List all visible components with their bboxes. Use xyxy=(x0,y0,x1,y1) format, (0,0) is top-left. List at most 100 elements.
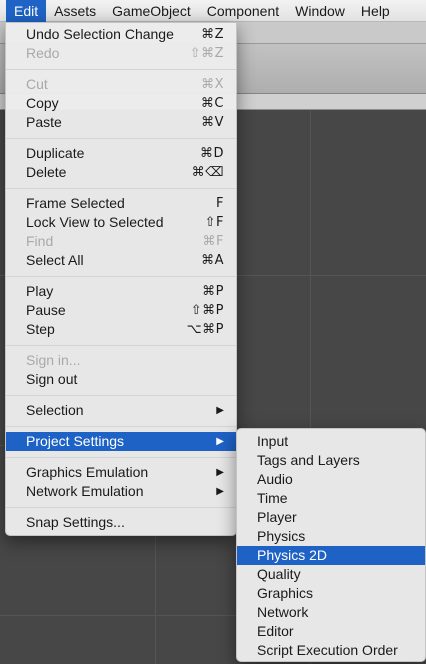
menu-item-label: Step xyxy=(26,321,55,337)
menu-item-snap-settings[interactable]: Snap Settings... xyxy=(6,513,236,532)
shortcut-label: ⌘⌫ xyxy=(191,165,224,180)
menu-separator xyxy=(6,188,236,189)
menu-item-pause[interactable]: Pause ⇧⌘P xyxy=(6,301,236,320)
menu-bar: Edit Assets GameObject Component Window … xyxy=(0,0,426,22)
menu-item-select-all[interactable]: Select All ⌘A xyxy=(6,251,236,270)
menu-edit[interactable]: Edit xyxy=(6,0,47,22)
menu-item-label: Physics xyxy=(257,528,306,544)
menu-item-label: Quality xyxy=(257,566,301,582)
submenu-arrow-icon: ▶ xyxy=(216,405,224,416)
menu-item-undo[interactable]: Undo Selection Change ⌘Z xyxy=(6,25,236,44)
menu-separator xyxy=(6,138,236,139)
shortcut-label: ⌘F xyxy=(202,234,224,249)
submenu-item-input[interactable]: Input xyxy=(237,432,425,451)
edit-menu: Undo Selection Change ⌘Z Redo ⇧⌘Z Cut ⌘X… xyxy=(5,22,237,536)
menu-separator xyxy=(6,345,236,346)
submenu-item-physics[interactable]: Physics xyxy=(237,527,425,546)
menu-item-label: Frame Selected xyxy=(26,195,125,211)
menu-item-copy[interactable]: Copy ⌘C xyxy=(6,94,236,113)
shortcut-label: ⌘V xyxy=(201,115,224,130)
menu-separator xyxy=(6,457,236,458)
submenu-item-graphics[interactable]: Graphics xyxy=(237,584,425,603)
menu-item-selection[interactable]: Selection ▶ xyxy=(6,401,236,420)
menu-item-label: Cut xyxy=(26,76,48,92)
menu-separator xyxy=(6,507,236,508)
submenu-arrow-icon: ▶ xyxy=(216,486,224,497)
menu-separator xyxy=(6,426,236,427)
menu-item-label: Find xyxy=(26,233,54,249)
menu-item-label: Project Settings xyxy=(26,433,125,449)
project-settings-submenu: Input Tags and Layers Audio Time Player … xyxy=(236,428,426,662)
menu-item-label: Sign in... xyxy=(26,352,81,368)
menu-item-label: Pause xyxy=(26,302,66,318)
menu-item-label: Audio xyxy=(257,471,293,487)
submenu-item-tags-and-layers[interactable]: Tags and Layers xyxy=(237,451,425,470)
shortcut-label: ⌘D xyxy=(199,146,224,161)
shortcut-label: ⇧F xyxy=(204,215,224,230)
shortcut-label: ⇧⌘P xyxy=(190,303,224,318)
menu-item-label: Play xyxy=(26,283,54,299)
menu-gameobject[interactable]: GameObject xyxy=(104,0,199,22)
menu-item-label: Input xyxy=(257,433,289,449)
submenu-item-quality[interactable]: Quality xyxy=(237,565,425,584)
submenu-item-physics-2d[interactable]: Physics 2D xyxy=(237,546,425,565)
menu-item-delete[interactable]: Delete ⌘⌫ xyxy=(6,163,236,182)
submenu-item-script-execution-order[interactable]: Script Execution Order xyxy=(237,641,425,660)
menu-item-paste[interactable]: Paste ⌘V xyxy=(6,113,236,132)
menu-item-label: Network Emulation xyxy=(26,483,144,499)
menu-item-label: Selection xyxy=(26,402,84,418)
submenu-item-player[interactable]: Player xyxy=(237,508,425,527)
shortcut-label: ⇧⌘Z xyxy=(189,46,224,61)
menu-window[interactable]: Window xyxy=(287,0,353,22)
menu-item-label: Paste xyxy=(26,114,62,130)
submenu-item-audio[interactable]: Audio xyxy=(237,470,425,489)
menu-item-label: Graphics xyxy=(257,585,314,601)
menu-item-duplicate[interactable]: Duplicate ⌘D xyxy=(6,144,236,163)
menu-item-label: Duplicate xyxy=(26,145,85,161)
submenu-arrow-icon: ▶ xyxy=(216,467,224,478)
menu-separator xyxy=(6,69,236,70)
menu-item-label: Delete xyxy=(26,164,67,180)
menu-item-project-settings[interactable]: Project Settings ▶ xyxy=(6,432,236,451)
menu-item-label: Snap Settings... xyxy=(26,514,125,530)
menu-item-label: Editor xyxy=(257,623,294,639)
menu-help[interactable]: Help xyxy=(353,0,398,22)
menu-item-lock-view[interactable]: Lock View to Selected ⇧F xyxy=(6,213,236,232)
menu-item-label: Undo Selection Change xyxy=(26,26,174,42)
menu-item-label: Player xyxy=(257,509,297,525)
shortcut-label: ⌥⌘P xyxy=(186,322,224,337)
shortcut-label: ⌘Z xyxy=(201,27,224,42)
menu-item-label: Script Execution Order xyxy=(257,642,398,658)
submenu-item-network[interactable]: Network xyxy=(237,603,425,622)
menu-item-label: Graphics Emulation xyxy=(26,464,149,480)
menu-item-frame-selected[interactable]: Frame Selected F xyxy=(6,194,236,213)
submenu-item-time[interactable]: Time xyxy=(237,489,425,508)
menu-item-label: Physics 2D xyxy=(257,547,328,563)
menu-item-cut: Cut ⌘X xyxy=(6,75,236,94)
menu-item-sign-out[interactable]: Sign out xyxy=(6,370,236,389)
menu-assets[interactable]: Assets xyxy=(46,0,104,22)
submenu-item-editor[interactable]: Editor xyxy=(237,622,425,641)
menu-item-label: Sign out xyxy=(26,371,78,387)
menu-item-graphics-emulation[interactable]: Graphics Emulation ▶ xyxy=(6,463,236,482)
shortcut-label: ⌘C xyxy=(200,96,224,111)
shortcut-label: ⌘X xyxy=(201,77,224,92)
menu-item-label: Tags and Layers xyxy=(257,452,360,468)
menu-item-find: Find ⌘F xyxy=(6,232,236,251)
menu-item-label: Lock View to Selected xyxy=(26,214,164,230)
menu-item-label: Time xyxy=(257,490,288,506)
menu-component[interactable]: Component xyxy=(199,0,287,22)
menu-item-network-emulation[interactable]: Network Emulation ▶ xyxy=(6,482,236,501)
shortcut-label: ⌘A xyxy=(201,253,224,268)
shortcut-label: F xyxy=(216,196,224,211)
menu-item-redo: Redo ⇧⌘Z xyxy=(6,44,236,63)
submenu-arrow-icon: ▶ xyxy=(216,436,224,447)
menu-item-step[interactable]: Step ⌥⌘P xyxy=(6,320,236,339)
menu-item-label: Copy xyxy=(26,95,59,111)
menu-item-label: Network xyxy=(257,604,309,620)
menu-item-play[interactable]: Play ⌘P xyxy=(6,282,236,301)
menu-separator xyxy=(6,395,236,396)
menu-item-label: Select All xyxy=(26,252,84,268)
menu-item-label: Redo xyxy=(26,45,60,61)
menu-item-sign-in: Sign in... xyxy=(6,351,236,370)
